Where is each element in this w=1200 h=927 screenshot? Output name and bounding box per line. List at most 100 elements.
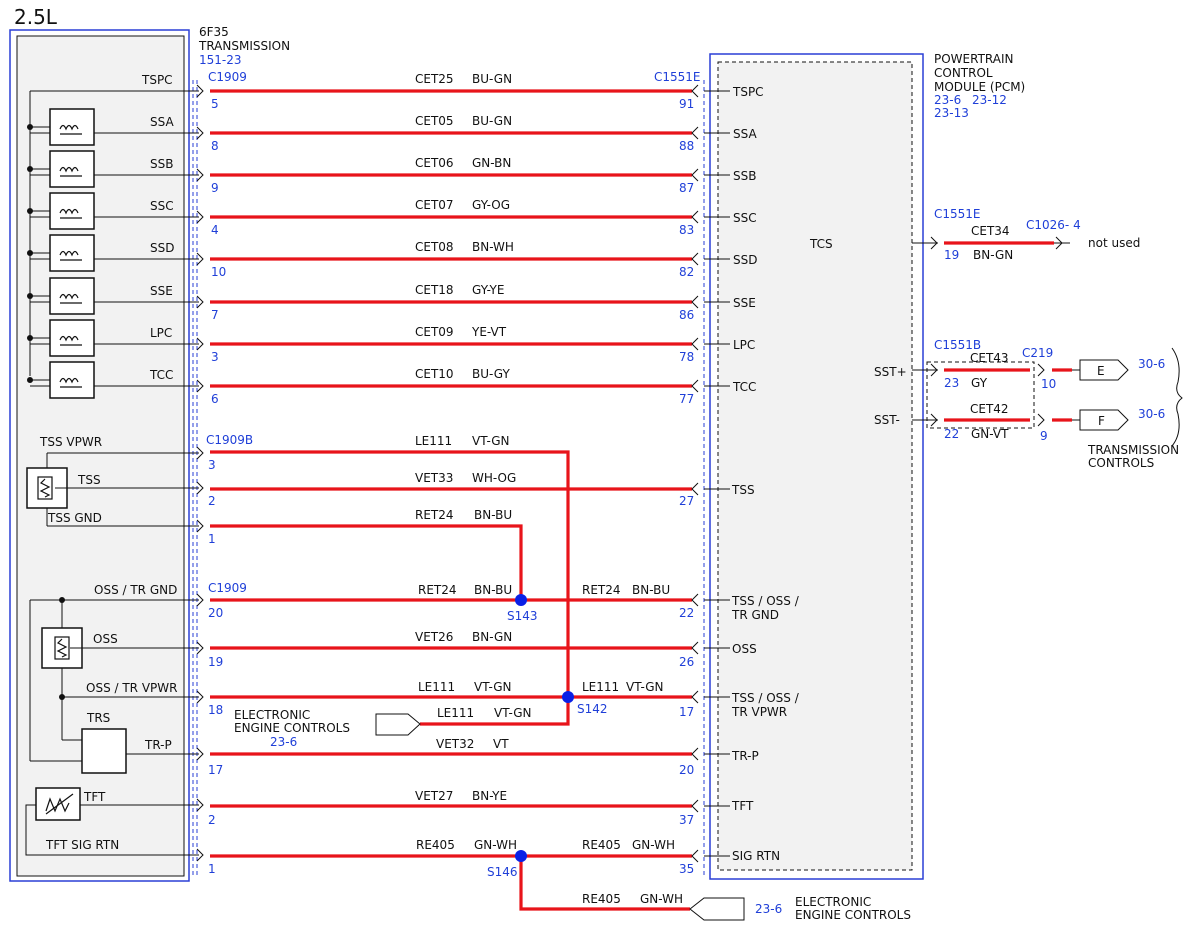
sse-circuit: CET18 [415,283,454,297]
tcc-left-pin: 6 [211,392,219,406]
sst-f-ref[interactable]: 30-6 [1138,407,1165,421]
pcm-ref-1[interactable]: 23-6 [934,93,961,107]
sst-plus-color: GY [971,376,988,390]
pcm-tcs-label: TCS [809,237,833,251]
pcm-ref-3[interactable]: 23-13 [934,106,969,120]
tft-eec-ref[interactable]: 23-6 [755,902,782,916]
connector-c1026[interactable]: C1026- 4 [1026,218,1081,232]
tspc-circuit: CET25 [415,72,454,86]
sst-minus-color: GN-VT [971,427,1009,441]
ssd-circuit: CET08 [415,240,454,254]
lpc-circuit: CET09 [415,325,454,339]
ssd-color: BN-WH [472,240,514,254]
ssc-solenoid-icon [49,192,95,230]
ssb-color: GN-BN [472,156,511,170]
tcc-circuit: CET10 [415,367,454,381]
ssa-label: SSA [150,115,174,129]
c219-plus-arrow-icon [1037,363,1045,377]
trs-pin: 17 [208,763,223,777]
connector-c1551e-top[interactable]: C1551E [654,70,701,84]
oss-gnd-circuit-left: RET24 [418,583,457,597]
tss-gnd-color: BN-BU [474,508,512,522]
oss-sig-pin: 19 [208,655,223,669]
tss-sig-right-pin: 27 [679,494,694,508]
sst-f-letter: F [1098,414,1105,428]
c1551e-arrow-icon-6 [691,849,699,863]
pcm-oss-vpwr-label-2: TR VPWR [731,705,787,719]
connector-c219[interactable]: C219 [1022,346,1053,360]
oss-label: OSS [93,632,118,646]
tft-eec-label-2: ENGINE CONTROLS [795,908,911,922]
ssa-left-pin: 8 [211,139,219,153]
splice-s146-label: S146 [487,865,518,879]
oss-gnd-color-right: BN-BU [632,583,670,597]
splice-s142-label: S142 [577,702,608,716]
connector-c1909b[interactable]: C1909B [206,433,253,447]
pcm-ref-2[interactable]: 23-12 [972,93,1007,107]
tft-rtn-right-pin: 35 [679,862,694,876]
tcc-solenoid-icon [49,361,95,399]
sst-shield [926,361,1035,429]
sse-right-pin: 86 [679,308,694,322]
splice-s142 [562,691,574,703]
oss-gnd-pin: 20 [208,606,223,620]
pcm-oss-label: OSS [732,642,757,656]
tss-sig-pin: 2 [208,494,216,508]
sst-plus-c219-pin: 10 [1041,377,1056,391]
tft-eec-connector-icon[interactable] [689,897,745,921]
lpc-label: LPC [150,326,172,340]
oss-eec-label-2: ENGINE CONTROLS [234,721,350,735]
ssc-circuit: CET07 [415,198,454,212]
wiring-diagram: 2.5L 6F35 TRANSMISSION 151-23 POWERTRAIN… [9,5,1183,922]
oss-gnd-circuit-right: RET24 [582,583,621,597]
tcc-color: BU-GY [472,367,510,381]
c1551e-arrow-icon-4 [691,747,699,761]
tss-gnd-label: TSS GND [47,511,102,525]
ssa-right-pin: 88 [679,139,694,153]
oss-gnd-label: OSS / TR GND [94,583,177,597]
oss-eec-ref[interactable]: 23-6 [270,735,297,749]
tcs-color: BN-GN [973,248,1013,262]
pcm-title-2: CONTROL [934,66,993,80]
tft-rtn-label: TFT SIG RTN [45,838,119,852]
connector-c1909-top[interactable]: C1909 [208,70,247,84]
oss-vpwr-pin: 18 [208,703,223,717]
pcm-tcc-label: TCC [732,380,756,394]
tcc-label: TCC [149,368,173,382]
sse-label: SSE [150,284,173,298]
ssd-right-arrow-icon [691,252,699,266]
tft-rtn-pin: 1 [208,862,216,876]
oss-eec-connector-icon[interactable] [375,713,421,736]
connector-c1909-bottom[interactable]: C1909 [208,581,247,595]
oss-vpwr-color-left: VT-GN [474,680,511,694]
tss-sig-color: WH-OG [472,471,516,485]
sst-dest-label-2: CONTROLS [1088,456,1154,470]
tft-rtn-color-right: GN-WH [632,838,675,852]
connector-c1551b[interactable]: C1551B [934,338,981,352]
tft-eec-circuit: RE405 [582,892,621,906]
trs-color: VT [493,737,509,751]
splice-s143-label: S143 [507,609,538,623]
trs-circuit: VET32 [436,737,474,751]
tft-rtn-circuit-right: RE405 [582,838,621,852]
trs-pin-label: TR-P [144,738,172,752]
tft-label: TFT [83,790,106,804]
connector-c1551e-tcs[interactable]: C1551E [934,207,981,221]
lpc-color: YE-VT [471,325,507,339]
tss-vpwr-label: TSS VPWR [39,435,102,449]
tss-gnd-pin: 1 [208,532,216,546]
tss-vpwr-color: VT-GN [472,434,509,448]
ssa-color: BU-GN [472,114,512,128]
c1551e-arrow-icon-2 [691,641,699,655]
trs-right-pin: 20 [679,763,694,777]
pcm-title: POWERTRAIN [934,52,1014,66]
tft-eec-color: GN-WH [640,892,683,906]
pcm-tspc-label: TSPC [732,85,764,99]
trs-label: TRS [86,711,110,725]
tft-rtn-circuit-left: RE405 [416,838,455,852]
transmission-title: 6F35 [199,25,229,39]
sst-plus-pin: 23 [944,376,959,390]
ssb-left-pin: 9 [211,181,219,195]
sst-e-ref[interactable]: 30-6 [1138,357,1165,371]
tft-pin: 2 [208,813,216,827]
